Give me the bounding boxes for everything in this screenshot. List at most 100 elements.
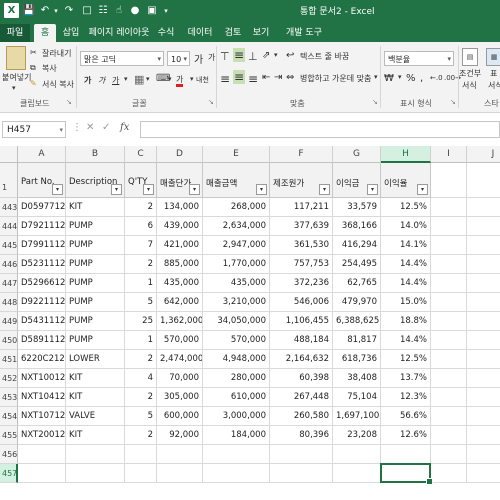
table-cell[interactable]: D7991112 bbox=[18, 236, 66, 255]
table-cell[interactable] bbox=[467, 236, 500, 255]
table-cell[interactable]: 439,000 bbox=[157, 217, 203, 236]
column-header-B[interactable]: B bbox=[66, 146, 125, 163]
conditional-formatting-button[interactable]: 조건부 bbox=[459, 68, 481, 79]
table-cell[interactable] bbox=[467, 388, 500, 407]
table-cell[interactable] bbox=[431, 407, 467, 426]
table-cell[interactable]: 435,000 bbox=[157, 274, 203, 293]
column-header-G[interactable]: G bbox=[333, 146, 381, 163]
active-cell-indicator[interactable] bbox=[380, 463, 433, 485]
table-cell[interactable]: 12.3% bbox=[381, 388, 431, 407]
table-cell[interactable]: 377,639 bbox=[270, 217, 333, 236]
table-cell[interactable]: 7 bbox=[125, 236, 157, 255]
table-cell[interactable] bbox=[270, 445, 333, 464]
table-cell[interactable]: 642,000 bbox=[157, 293, 203, 312]
table-cell[interactable]: NXT10012 bbox=[18, 369, 66, 388]
table-cell[interactable] bbox=[18, 445, 66, 464]
tab-formulas[interactable]: 수식 bbox=[155, 24, 177, 42]
format-as-table-icon[interactable]: ▦ bbox=[486, 48, 500, 66]
table-cell[interactable]: 1,106,455 bbox=[270, 312, 333, 331]
table-cell[interactable]: 25 bbox=[125, 312, 157, 331]
conditional-formatting-icon[interactable]: ▤ bbox=[462, 48, 478, 66]
table-cell[interactable]: 479,970 bbox=[333, 293, 381, 312]
format-painter-button[interactable]: 서식 복사 bbox=[42, 79, 74, 90]
table-cell[interactable]: 570,000 bbox=[203, 331, 270, 350]
font-color-dropdown-icon[interactable]: ▾ bbox=[190, 75, 194, 83]
table-cell[interactable]: KIT bbox=[66, 426, 125, 445]
table-cell[interactable] bbox=[467, 274, 500, 293]
align-center-icon[interactable]: ≡ bbox=[233, 70, 246, 84]
camera-icon[interactable]: ▣ bbox=[145, 3, 159, 19]
font-launcher-icon[interactable]: ↘ bbox=[208, 98, 214, 106]
save-icon[interactable]: 💾 bbox=[22, 3, 36, 19]
orientation-dropdown-icon[interactable]: ▾ bbox=[274, 51, 278, 59]
table-cell[interactable] bbox=[431, 369, 467, 388]
column-header-J[interactable]: J bbox=[467, 146, 500, 163]
table-cell[interactable]: 1,697,100 bbox=[333, 407, 381, 426]
wrap-text-icon[interactable]: ↩ bbox=[286, 50, 294, 61]
table-cell[interactable] bbox=[467, 407, 500, 426]
table-cell[interactable]: NXT10712 bbox=[18, 407, 66, 426]
table-cell[interactable] bbox=[431, 255, 467, 274]
table-cell[interactable]: 80,396 bbox=[270, 426, 333, 445]
format-as-table-sub[interactable]: 서식 bbox=[488, 80, 500, 91]
column-header-F[interactable]: F bbox=[270, 146, 333, 163]
merge-center-button[interactable]: 병합하고 가운데 맞춤 bbox=[300, 73, 371, 84]
format-painter-icon[interactable]: ✎ bbox=[30, 79, 37, 88]
table-cell[interactable] bbox=[467, 445, 500, 464]
formula-options-icon[interactable]: ⋮ bbox=[72, 122, 82, 133]
table-cell[interactable]: 254,495 bbox=[333, 255, 381, 274]
bold-button[interactable]: 가 bbox=[84, 75, 91, 86]
table-cell[interactable]: 546,006 bbox=[270, 293, 333, 312]
table-cell[interactable]: 34,050,000 bbox=[203, 312, 270, 331]
align-bottom-icon[interactable]: ⊥ bbox=[248, 50, 258, 63]
table-cell[interactable] bbox=[467, 217, 500, 236]
table-cell[interactable]: 70,000 bbox=[157, 369, 203, 388]
row-header[interactable]: 450 bbox=[0, 331, 18, 350]
table-cell[interactable]: 416,294 bbox=[333, 236, 381, 255]
undo-icon[interactable]: ↶ bbox=[38, 3, 52, 19]
name-box[interactable]: H457 ▾ bbox=[2, 121, 66, 138]
table-cell[interactable]: PUMP bbox=[66, 255, 125, 274]
shrink-font-button[interactable]: 가 bbox=[208, 52, 215, 63]
row-header[interactable]: 447 bbox=[0, 274, 18, 293]
undo-dropdown-icon[interactable]: ▾ bbox=[52, 3, 60, 19]
filter-dropdown-icon[interactable]: ▾ bbox=[256, 184, 267, 195]
table-cell[interactable]: 14.0% bbox=[381, 217, 431, 236]
tab-page-layout[interactable]: 페이지 레이아웃 bbox=[88, 24, 150, 42]
table-cell[interactable] bbox=[333, 445, 381, 464]
align-right-icon[interactable]: ≡ bbox=[248, 72, 258, 86]
filter-dropdown-icon[interactable]: ▾ bbox=[189, 184, 200, 195]
table-cell[interactable]: 12.5% bbox=[381, 350, 431, 369]
header-cell[interactable]: 이익금 ▾ bbox=[333, 163, 381, 198]
orientation-icon[interactable]: ⇗ bbox=[262, 50, 270, 61]
phonetic-button[interactable]: 내천 bbox=[196, 75, 209, 85]
table-cell[interactable] bbox=[431, 388, 467, 407]
table-cell[interactable]: 14.4% bbox=[381, 274, 431, 293]
table-cell[interactable] bbox=[431, 331, 467, 350]
table-cell[interactable] bbox=[270, 464, 333, 483]
row-header[interactable]: 443 bbox=[0, 198, 18, 217]
row-header[interactable]: 453 bbox=[0, 388, 18, 407]
filter-dropdown-icon[interactable]: ▾ bbox=[111, 184, 122, 195]
table-cell[interactable]: 2 bbox=[125, 426, 157, 445]
table-cell[interactable]: 81,817 bbox=[333, 331, 381, 350]
table-cell[interactable] bbox=[467, 255, 500, 274]
table-cell[interactable] bbox=[431, 312, 467, 331]
cut-button[interactable]: 잘라내기 bbox=[42, 48, 71, 59]
header-cell[interactable]: 매출금액 ▾ bbox=[203, 163, 270, 198]
table-cell[interactable]: 757,753 bbox=[270, 255, 333, 274]
tab-data[interactable]: 데이터 bbox=[185, 24, 215, 42]
insert-function-icon[interactable]: fx bbox=[120, 122, 129, 133]
table-cell[interactable]: 6 bbox=[125, 217, 157, 236]
table-cell[interactable]: D5296612 bbox=[18, 274, 66, 293]
table-cell[interactable]: 14.1% bbox=[381, 236, 431, 255]
table-cell[interactable]: 2,947,000 bbox=[203, 236, 270, 255]
tab-home[interactable]: 홈 bbox=[34, 24, 56, 42]
clipboard-launcher-icon[interactable]: ↘ bbox=[66, 98, 72, 106]
header-cell[interactable]: Q'TY ▾ bbox=[125, 163, 157, 198]
table-cell[interactable] bbox=[66, 464, 125, 483]
copy-button[interactable]: 복사 bbox=[42, 63, 57, 74]
table-cell[interactable]: 117,211 bbox=[270, 198, 333, 217]
table-cell[interactable] bbox=[431, 426, 467, 445]
conditional-formatting-sub[interactable]: 서식 bbox=[462, 80, 477, 91]
